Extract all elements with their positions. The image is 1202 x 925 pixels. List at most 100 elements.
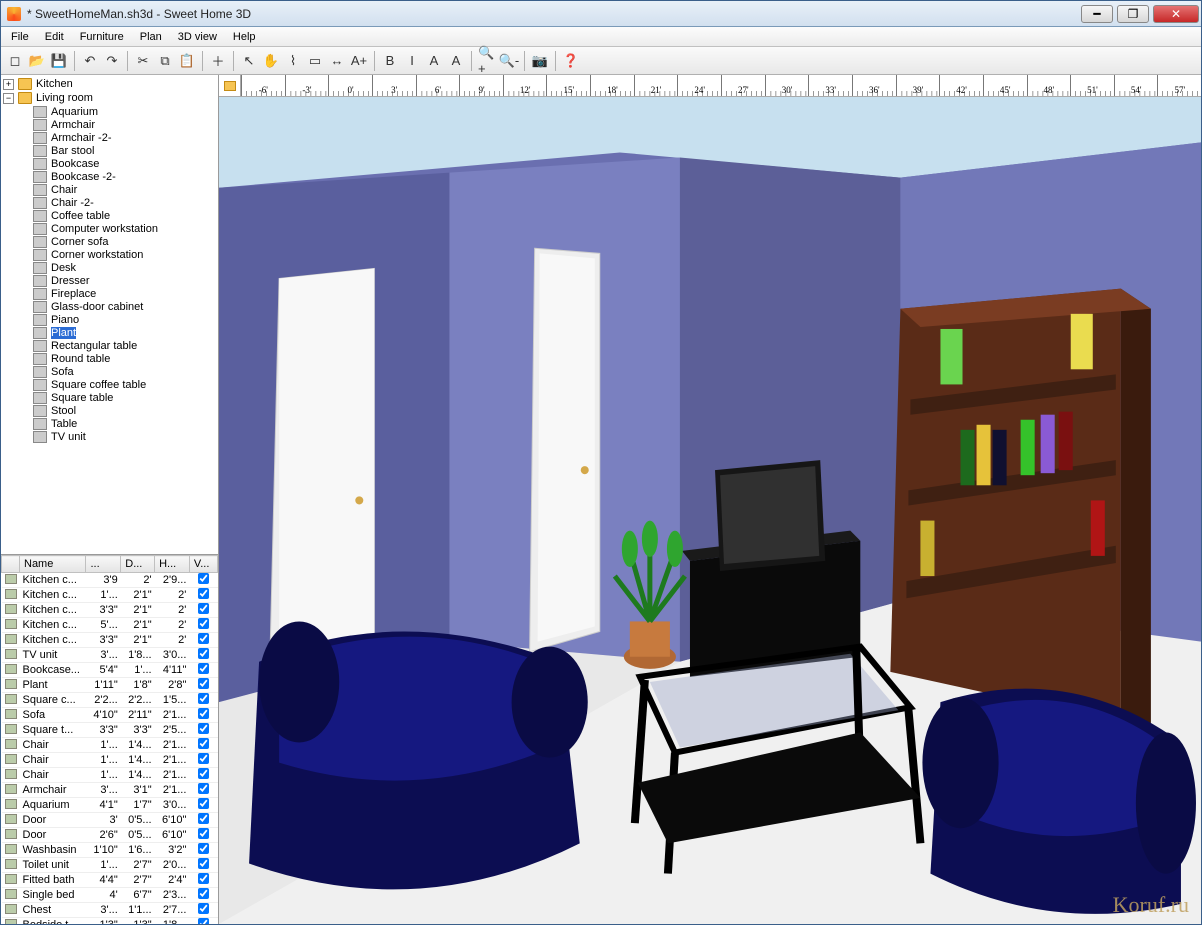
catalog-item[interactable]: Chair -2- [33,196,216,209]
paste-icon[interactable]: 📋 [177,51,197,71]
table-row[interactable]: Single bed4'6'7"2'3... [2,888,218,903]
catalog-item[interactable]: Bookcase [33,157,216,170]
zoom-in-icon[interactable]: 🔍+ [477,51,497,71]
catalog-item[interactable]: Round table [33,352,216,365]
italic-icon[interactable]: I [402,51,422,71]
menu-help[interactable]: Help [225,29,264,45]
visible-checkbox[interactable] [198,663,209,674]
catalog-item[interactable]: Fireplace [33,287,216,300]
column-header[interactable]: Name [20,556,86,573]
table-row[interactable]: Chest3'...1'1...2'7... [2,903,218,918]
new-icon[interactable]: ◻ [5,51,25,71]
visible-checkbox[interactable] [198,588,209,599]
catalog-item[interactable]: Computer workstation [33,222,216,235]
catalog-item[interactable]: Square coffee table [33,378,216,391]
visible-checkbox[interactable] [198,768,209,779]
copy-icon[interactable]: ⧉ [155,51,175,71]
visible-checkbox[interactable] [198,843,209,854]
dimension-icon[interactable]: ↔ [327,51,347,71]
catalog-item[interactable]: Desk [33,261,216,274]
visible-checkbox[interactable] [198,618,209,629]
table-row[interactable]: Plant1'11"1'8"2'8" [2,678,218,693]
catalog-item[interactable]: Armchair -2- [33,131,216,144]
table-row[interactable]: Sofa4'10"2'11"2'1... [2,708,218,723]
catalog-item[interactable]: Glass-door cabinet [33,300,216,313]
close-button[interactable]: ✕ [1153,5,1199,23]
titlebar[interactable]: * SweetHomeMan.sh3d - Sweet Home 3D ━ ❐ … [1,1,1201,27]
catalog-item[interactable]: Square table [33,391,216,404]
visible-checkbox[interactable] [198,573,209,584]
table-row[interactable]: Kitchen c...1'...2'1"2' [2,588,218,603]
catalog-item[interactable]: Aquarium [33,105,216,118]
undo-icon[interactable]: ↶ [80,51,100,71]
catalog-item[interactable]: Armchair [33,118,216,131]
catalog-item[interactable]: Bar stool [33,144,216,157]
horizontal-ruler[interactable]: -6'-3'0'3'6'9'12'15'18'21'24'27'30'33'36… [241,75,1201,97]
menu-3d-view[interactable]: 3D view [170,29,225,45]
minimize-button[interactable]: ━ [1081,5,1113,23]
visible-checkbox[interactable] [198,918,209,924]
open-icon[interactable]: 📂 [27,51,47,71]
table-row[interactable]: Chair1'...1'4...2'1... [2,768,218,783]
catalog-panel[interactable]: +Kitchen−Living roomAquariumArmchairArmc… [1,75,218,555]
visible-checkbox[interactable] [198,813,209,824]
catalog-item[interactable]: Piano [33,313,216,326]
photo-icon[interactable]: 📷 [530,51,550,71]
table-row[interactable]: Bookcase...5'4"1'...4'11" [2,663,218,678]
visible-checkbox[interactable] [198,678,209,689]
maximize-button[interactable]: ❐ [1117,5,1149,23]
catalog-item[interactable]: Corner workstation [33,248,216,261]
visible-checkbox[interactable] [198,648,209,659]
text-icon[interactable]: A+ [349,51,369,71]
column-header[interactable]: H... [155,556,190,573]
catalog-item[interactable]: Table [33,417,216,430]
visible-checkbox[interactable] [198,798,209,809]
table-row[interactable]: Kitchen c...3'3"2'1"2' [2,633,218,648]
table-row[interactable]: Toilet unit1'...2'7"2'0... [2,858,218,873]
visible-checkbox[interactable] [198,738,209,749]
visible-checkbox[interactable] [198,828,209,839]
table-row[interactable]: Armchair3'...3'1"2'1... [2,783,218,798]
zoom-out-icon[interactable]: 🔍- [499,51,519,71]
catalog-item[interactable]: Bookcase -2- [33,170,216,183]
table-row[interactable]: Fitted bath4'4"2'7"2'4" [2,873,218,888]
table-row[interactable]: Square c...2'2...2'2...1'5... [2,693,218,708]
table-row[interactable]: Kitchen c...5'...2'1"2' [2,618,218,633]
table-row[interactable]: TV unit3'...1'8...3'0... [2,648,218,663]
visible-checkbox[interactable] [198,753,209,764]
table-row[interactable]: Door2'6"0'5...6'10" [2,828,218,843]
font-up-icon[interactable]: A [424,51,444,71]
menu-edit[interactable]: Edit [37,29,72,45]
visible-checkbox[interactable] [198,693,209,704]
table-row[interactable]: Aquarium4'1"1'7"3'0... [2,798,218,813]
catalog-item[interactable]: TV unit [33,430,216,443]
redo-icon[interactable]: ↷ [102,51,122,71]
visible-checkbox[interactable] [198,603,209,614]
wall-icon[interactable]: ⌇ [283,51,303,71]
ruler-origin-icon[interactable] [219,75,241,97]
table-row[interactable]: Kitchen c...3'92'2'9... [2,573,218,588]
catalog-item[interactable]: Corner sofa [33,235,216,248]
add-furniture-icon[interactable]: ＋ [208,51,228,71]
bold-icon[interactable]: B [380,51,400,71]
cut-icon[interactable]: ✂ [133,51,153,71]
catalog-item[interactable]: Plant [33,326,216,339]
visible-checkbox[interactable] [198,903,209,914]
visible-checkbox[interactable] [198,708,209,719]
menu-plan[interactable]: Plan [132,29,170,45]
help-icon[interactable]: ❓ [561,51,581,71]
menu-furniture[interactable]: Furniture [72,29,132,45]
visible-checkbox[interactable] [198,723,209,734]
visible-checkbox[interactable] [198,873,209,884]
catalog-item[interactable]: Chair [33,183,216,196]
catalog-item[interactable]: Sofa [33,365,216,378]
column-header[interactable]: D... [121,556,155,573]
visible-checkbox[interactable] [198,633,209,644]
column-header[interactable]: V... [189,556,217,573]
catalog-item[interactable]: Stool [33,404,216,417]
room-icon[interactable]: ▭ [305,51,325,71]
3d-view[interactable]: Koruf.ru [219,97,1201,924]
table-row[interactable]: Washbasin1'10"1'6...3'2" [2,843,218,858]
category-living-room[interactable]: −Living room [3,91,216,105]
table-row[interactable]: Square t...3'3"3'3"2'5... [2,723,218,738]
